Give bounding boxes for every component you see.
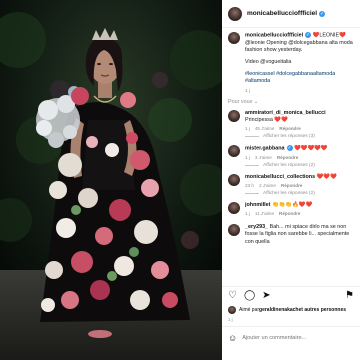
comment-avatar[interactable]: [228, 145, 240, 158]
comment-input[interactable]: [242, 334, 353, 341]
comments-sort[interactable]: Pour vous ⌄: [222, 93, 360, 106]
likes-summary[interactable]: Aimé par geraldinenakach et autres perso…: [228, 306, 346, 314]
reply-button[interactable]: Répondre: [279, 126, 300, 131]
verified-badge-icon: ✓: [305, 32, 312, 38]
caption-hashtags[interactable]: #leonicassel #dolcegabbanaaltamoda #alta…: [245, 71, 353, 85]
comment-likes[interactable]: 2 J'aime: [259, 183, 276, 188]
comment-age: 23 h: [245, 183, 254, 189]
comment-username[interactable]: ammiratori_di_monica_bellucci: [245, 110, 326, 116]
comment-likes[interactable]: 3 J'aime: [255, 155, 272, 160]
comment-text: Principessa ❤️❤️: [245, 117, 288, 124]
comment-composer: ☺: [222, 326, 360, 348]
like-heart-icon[interactable]: ♡: [228, 290, 237, 301]
chevron-down-icon: ⌄: [253, 98, 259, 105]
likes-prefix: Aimé par: [239, 307, 260, 313]
likes-suffix[interactable]: et autres personnes: [298, 307, 346, 313]
comment-username[interactable]: johnmillet: [245, 202, 270, 208]
runway-photo: [0, 0, 222, 360]
comment-age: 1 j: [245, 154, 250, 160]
comment-avatar[interactable]: [228, 173, 240, 186]
comment-avatar[interactable]: [228, 202, 240, 215]
author-avatar[interactable]: [228, 6, 242, 21]
comments-scroll-area[interactable]: monicabelluccioffficiel ✓ ❤️LEONIE❤️ @leo…: [222, 28, 360, 284]
comment: monicabellucci_collections ❤️❤️❤️ 23 h 2 …: [222, 170, 360, 198]
likes-user[interactable]: geraldinenakach: [259, 307, 298, 313]
view-replies-label: Afficher les réponses (2): [263, 191, 315, 197]
comment-username[interactable]: monicabellucci_collections: [245, 174, 315, 180]
caption: monicabelluccioffficiel ✓ ❤️LEONIE❤️ @leo…: [222, 28, 360, 93]
post-header: monicabelluccioffficiel ✓: [222, 0, 360, 28]
comment-icon[interactable]: ◯: [244, 290, 255, 301]
comment-age: 1 j: [245, 211, 250, 217]
comment-username[interactable]: mister.gabbana: [245, 146, 285, 152]
caption-video-credit: Video @vogueitalia: [245, 59, 292, 66]
comment: johnmillet 👏👏👏🔥❤️❤️ 1 j 11 J'aime Répondre: [222, 198, 360, 216]
view-replies-label: Afficher les réponses (3): [263, 134, 315, 140]
share-icon[interactable]: ➤: [262, 290, 270, 301]
post-media[interactable]: [0, 0, 222, 360]
comment: mister.gabbana ✓ ❤️❤️❤️❤️❤️ 1 j 3 J'aime Ré…: [222, 141, 360, 170]
reply-button[interactable]: Répondre: [277, 155, 298, 160]
caption-username[interactable]: monicabelluccioffficiel: [245, 32, 303, 38]
comment-text: ❤️❤️❤️❤️❤️: [294, 145, 328, 152]
comment-likes[interactable]: 11 J'aime: [255, 211, 274, 216]
comment: ammiratori_di_monica_bellucci Principess…: [222, 106, 360, 141]
instagram-post: monicabelluccioffficiel ✓ monicabellucci…: [0, 0, 360, 360]
comment: _ery293_ Bah... mi spiace dirlo ma se no…: [222, 216, 360, 246]
bookmark-icon[interactable]: ⚑: [345, 290, 354, 301]
comment-avatar[interactable]: [228, 109, 240, 122]
liker-avatar: [228, 306, 236, 314]
post-side-panel: monicabelluccioffficiel ✓ monicabellucci…: [222, 0, 360, 360]
author-username[interactable]: monicabelluccioffficiel: [247, 10, 317, 17]
view-replies-label: Afficher les réponses (2): [263, 162, 315, 168]
comments-sort-label: Pour vous: [228, 98, 253, 105]
comment-likes[interactable]: 45 J'aime: [255, 126, 275, 131]
verified-badge-icon: ✓: [319, 10, 326, 17]
caption-age: 1 j: [245, 87, 250, 93]
reply-button[interactable]: Répondre: [281, 183, 302, 188]
comment-username[interactable]: _ery293_: [245, 224, 268, 230]
comment-text: 👏👏👏🔥❤️❤️: [271, 202, 313, 209]
view-replies-button[interactable]: Afficher les réponses (2): [245, 191, 353, 196]
post-date: 1 j: [228, 317, 233, 322]
emoji-icon[interactable]: ☺: [228, 333, 237, 343]
comment-age: 1 j: [245, 126, 250, 132]
post-actions-bar: ♡ ◯ ➤ ⚑: [222, 286, 360, 304]
comment-text: ❤️❤️❤️: [316, 173, 337, 180]
reply-button[interactable]: Répondre: [279, 211, 300, 216]
view-replies-button[interactable]: Afficher les réponses (2): [245, 163, 353, 168]
caption-avatar[interactable]: [228, 32, 240, 44]
verified-badge-icon: ✓: [286, 145, 293, 152]
comment-avatar[interactable]: [228, 224, 240, 237]
view-replies-button[interactable]: Afficher les réponses (3): [245, 134, 353, 139]
